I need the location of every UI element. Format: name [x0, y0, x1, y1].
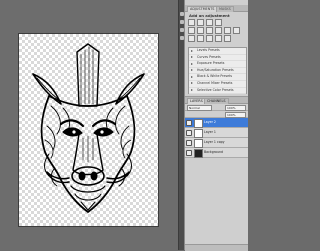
layer-thumbnail	[194, 149, 203, 158]
threshold-icon[interactable]	[206, 35, 213, 42]
preset-item[interactable]: Hue/Saturation Presets	[189, 68, 246, 75]
brightness-contrast-icon[interactable]	[188, 19, 195, 26]
adjustment-icons	[188, 19, 246, 43]
right-panel: ADJUSTMENTS MASKS Add an adjustment Leve…	[184, 0, 248, 251]
expand-arrow-icon	[191, 62, 193, 65]
tab-adjustments[interactable]: ADJUSTMENTS	[187, 6, 218, 12]
layer-name: Layer 2	[204, 120, 216, 124]
visibility-eye-icon[interactable]	[186, 140, 192, 146]
gradient-map-icon[interactable]	[215, 35, 222, 42]
layer-thumbnail	[194, 129, 203, 138]
layer-row[interactable]: Layer 2	[185, 118, 248, 128]
expand-arrow-icon	[191, 82, 193, 85]
adjustment-presets-list: Levels Presets Curves Presets Exposure P…	[188, 47, 247, 95]
black-white-icon[interactable]	[215, 27, 222, 34]
layer-lock-controls: 100%	[185, 111, 248, 118]
layer-controls: Normal 100%	[185, 104, 248, 111]
expand-arrow-icon	[191, 89, 193, 92]
levels-icon[interactable]	[197, 19, 204, 26]
layer-name: Layer 1 copy	[204, 140, 225, 144]
visibility-eye-icon[interactable]	[186, 120, 192, 126]
preset-item[interactable]: Levels Presets	[189, 48, 246, 55]
exposure-icon[interactable]	[215, 19, 222, 26]
layer-thumbnail	[194, 119, 203, 128]
document-canvas[interactable]	[18, 33, 159, 227]
color-balance-icon[interactable]	[206, 27, 213, 34]
preset-item[interactable]: Selective Color Presets	[189, 88, 246, 95]
layer-name: Layer 1	[204, 130, 216, 134]
preset-item[interactable]: Channel Mixer Presets	[189, 81, 246, 88]
posterize-icon[interactable]	[197, 35, 204, 42]
visibility-eye-icon[interactable]	[186, 150, 192, 156]
layers-tabs: LAYERS CHANNELS	[185, 97, 248, 104]
expand-arrow-icon	[191, 56, 193, 59]
expand-arrow-icon	[191, 75, 193, 78]
layer-row[interactable]: Background	[185, 148, 248, 158]
channel-mixer-icon[interactable]	[233, 27, 240, 34]
preset-item[interactable]: Curves Presets	[189, 55, 246, 62]
expand-arrow-icon	[191, 69, 193, 72]
curves-icon[interactable]	[206, 19, 213, 26]
layer-thumbnail	[194, 139, 203, 148]
layers-panel: LAYERS CHANNELS Normal 100% 100% Layer 2…	[185, 96, 248, 251]
layer-row[interactable]: Layer 1	[185, 128, 248, 138]
adjustments-tabs: ADJUSTMENTS MASKS	[185, 5, 248, 12]
expand-arrow-icon	[191, 49, 193, 52]
selective-color-icon[interactable]	[224, 35, 231, 42]
photo-filter-icon[interactable]	[224, 27, 231, 34]
boar-head-line-art-icon	[32, 43, 145, 213]
tab-masks[interactable]: MASKS	[216, 6, 234, 12]
preset-item[interactable]: Exposure Presets	[189, 61, 246, 68]
vibrance-icon[interactable]	[188, 27, 195, 34]
hue-saturation-icon[interactable]	[197, 27, 204, 34]
layer-name: Background	[204, 150, 224, 154]
adjustments-title: Add an adjustment	[189, 13, 230, 18]
canvas-area[interactable]	[0, 0, 178, 250]
invert-icon[interactable]	[188, 35, 195, 42]
preset-item[interactable]: Black & White Presets	[189, 74, 246, 81]
layer-row[interactable]: Layer 1 copy	[185, 138, 248, 148]
visibility-eye-icon[interactable]	[186, 130, 192, 136]
